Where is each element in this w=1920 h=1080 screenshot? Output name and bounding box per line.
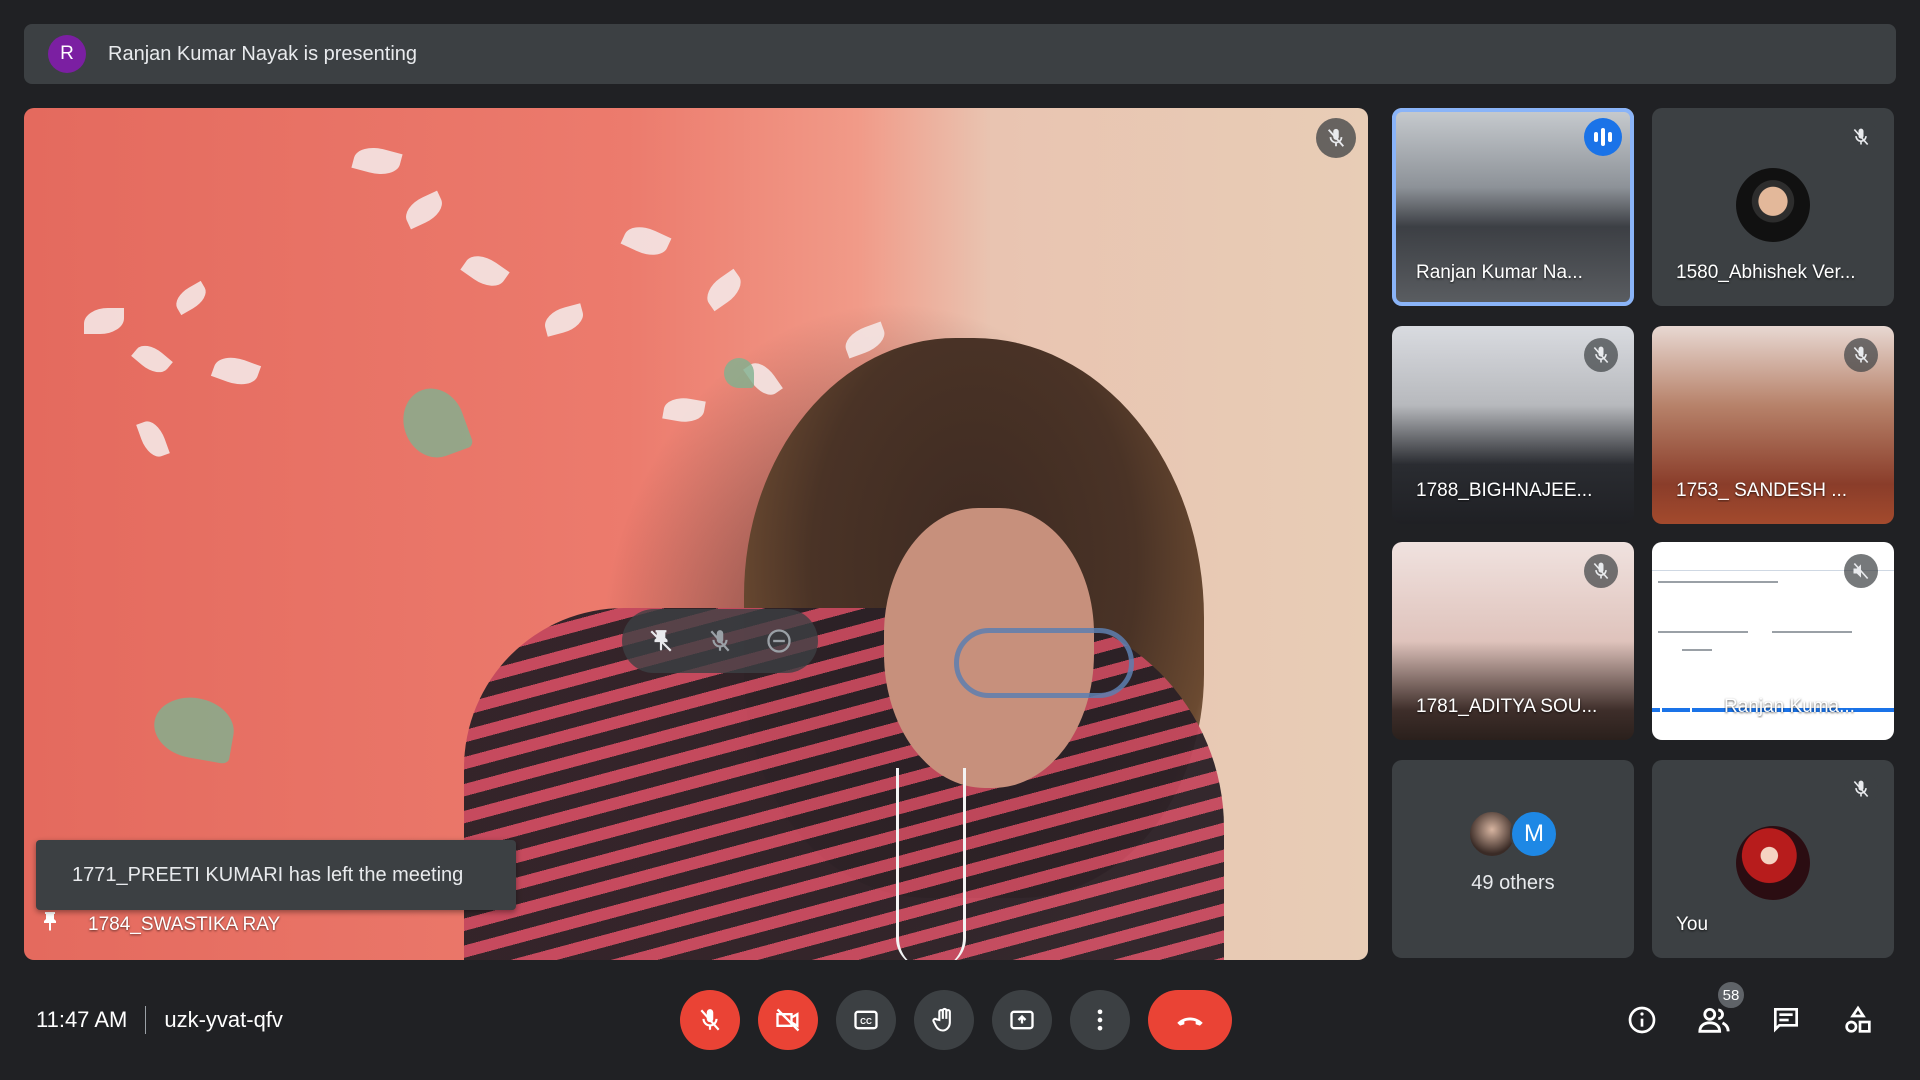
camera-off-icon [776,1008,800,1032]
end-call-icon [1177,1017,1203,1026]
presenting-banner: R Ranjan Kumar Nayak is presenting [24,24,1896,84]
more-options-button[interactable] [1070,990,1130,1050]
participant-tile[interactable]: 1753_ SANDESH ... [1652,326,1894,524]
self-tile[interactable]: You [1652,760,1894,958]
captions-icon: CC [854,1010,878,1030]
svg-text:CC: CC [860,1017,872,1026]
stage-mic-off-icon [1316,118,1356,158]
unpin-icon[interactable] [639,619,683,663]
bottom-toolbar: 11:47 AM uzk-yvat-qfv CC 58 [0,960,1920,1080]
presentation-tile[interactable]: Ranjan Kuma... [1652,542,1894,740]
stage-participant-name: 1784_SWASTIKA RAY [88,914,281,935]
chat-button[interactable] [1766,1000,1806,1040]
mic-off-icon [1584,554,1618,588]
left-meeting-toast: 1771_PREETI KUMARI has left the meeting [36,840,516,910]
main-video-stage[interactable] [24,108,1368,960]
current-time: 11:47 AM [36,1007,128,1032]
present-now-button[interactable] [992,990,1052,1050]
present-screen-icon [1660,700,1692,722]
participant-name: 1788_BIGHNAJEE... [1416,480,1593,501]
raise-hand-button[interactable] [914,990,974,1050]
participant-tile[interactable]: 1781_ADITYA SOU... [1392,542,1634,740]
more-icon [1097,1009,1103,1031]
participant-name: 1753_ SANDESH ... [1676,480,1848,501]
participants-count-badge: 58 [1716,980,1746,1010]
participant-name: Ranjan Kumar Na... [1416,262,1583,283]
meeting-code[interactable]: uzk-yvat-qfv [164,1007,283,1033]
participant-tile[interactable]: 1788_BIGHNAJEE... [1392,326,1634,524]
others-count: 49 others [1471,872,1555,894]
presentation-preview [1652,570,1894,690]
meeting-details-button[interactable] [1622,1000,1662,1040]
participant-name: You [1676,914,1709,935]
remove-icon[interactable] [757,619,801,663]
raise-hand-icon [932,1007,951,1032]
captions-button[interactable]: CC [836,990,896,1050]
others-tile[interactable]: M 49 others [1392,760,1634,958]
activities-icon [1845,1005,1871,1033]
info-icon [1628,1006,1656,1034]
tile-hover-controls [622,609,818,673]
participant-name: 1580_Abhishek Ver... [1676,262,1856,283]
mic-off-icon [1584,338,1618,372]
chat-icon [1774,1008,1798,1033]
participant-tile[interactable]: 1580_Abhishek Ver... [1652,108,1894,306]
mic-off-icon [700,1009,720,1031]
avatar [1736,826,1810,900]
mic-off-icon [1844,338,1878,372]
camera-toggle-button[interactable] [758,990,818,1050]
activities-button[interactable] [1838,1000,1878,1040]
mic-toggle-button[interactable] [680,990,740,1050]
speaking-indicator-icon [1584,118,1622,156]
stage-participant-label: 1784_SWASTIKA RAY [38,908,280,942]
participant-name: 1781_ADITYA SOU... [1416,696,1598,717]
presenting-text: Ranjan Kumar Nayak is presenting [108,42,418,65]
avatar [1468,810,1516,858]
participant-tile[interactable]: Ranjan Kumar Na... [1392,108,1634,306]
present-icon [1010,1010,1034,1030]
mic-off-icon [1844,772,1878,806]
mic-off-icon [1844,120,1878,154]
presenter-avatar: R [48,35,86,73]
avatar: M [1510,810,1558,858]
leave-call-button[interactable] [1148,990,1232,1050]
pin-icon[interactable] [38,908,62,942]
avatar [1736,168,1810,242]
meeting-info: 11:47 AM uzk-yvat-qfv [36,1006,283,1034]
mute-icon[interactable] [698,619,742,663]
volume-off-icon [1844,554,1878,588]
participant-name: Ranjan Kuma... [1724,696,1855,717]
